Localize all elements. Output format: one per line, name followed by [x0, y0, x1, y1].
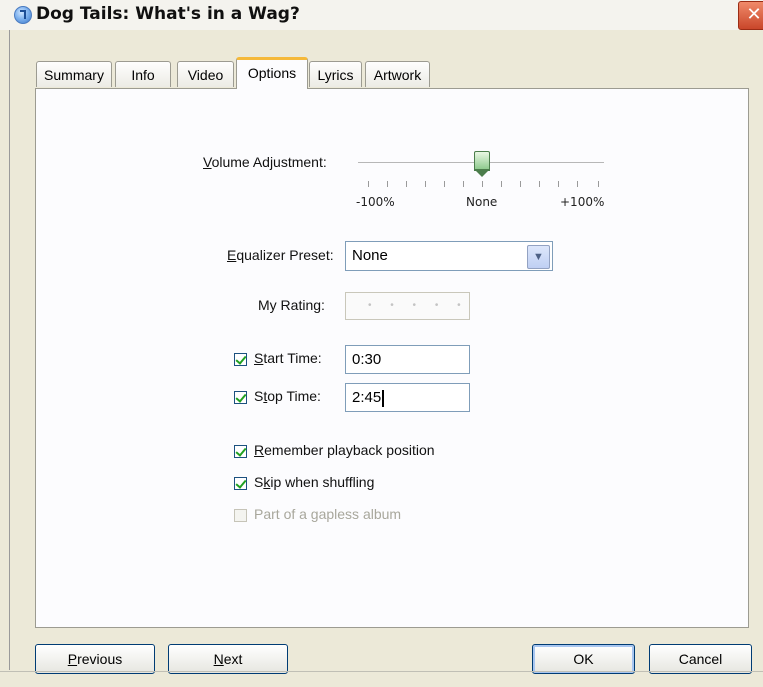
gapless-checkbox — [234, 509, 247, 522]
previous-button[interactable]: Previous — [35, 644, 155, 674]
remember-playback-checkbox[interactable] — [234, 445, 247, 458]
volume-tick — [539, 181, 540, 187]
footer-divider — [0, 671, 763, 672]
volume-tick — [558, 181, 559, 187]
gapless-label: Part of a gapless album — [254, 506, 402, 522]
stop-time-label: Stop Time: — [254, 388, 321, 404]
volume-tick — [406, 181, 407, 187]
tab-lyrics[interactable]: Lyrics — [309, 61, 362, 87]
volume-tick — [520, 181, 521, 187]
volume-min-label: -100% — [356, 195, 395, 209]
tab-summary[interactable]: Summary — [36, 61, 112, 87]
equalizer-preset-value: None — [352, 247, 388, 264]
volume-tick — [425, 181, 426, 187]
chevron-down-icon[interactable]: ▼ — [527, 245, 550, 269]
window-edge — [9, 30, 10, 670]
cancel-button[interactable]: Cancel — [649, 644, 752, 674]
skip-shuffle-label: Skip when shuffling — [254, 474, 375, 490]
tab-info[interactable]: Info — [115, 61, 171, 87]
volume-tick — [444, 181, 445, 187]
tab-video[interactable]: Video — [177, 61, 234, 87]
start-time-input[interactable]: 0:30 — [345, 345, 470, 374]
equalizer-preset-select[interactable]: None ▼ — [345, 241, 553, 271]
start-time-label: Start Time: — [254, 350, 322, 366]
volume-tick — [368, 181, 369, 187]
ok-button[interactable]: OK — [532, 644, 635, 674]
stop-time-checkbox[interactable] — [234, 391, 247, 404]
volume-mid-label: None — [466, 195, 498, 209]
volume-tick — [387, 181, 388, 187]
volume-label: Volume Adjustment: — [203, 154, 327, 170]
volume-tick — [463, 181, 464, 187]
volume-tick — [482, 181, 483, 187]
volume-max-label: +100% — [560, 195, 605, 209]
volume-slider-thumb[interactable] — [474, 151, 490, 177]
skip-shuffle-checkbox[interactable] — [234, 477, 247, 490]
title-bar: Dog Tails: What's in a Wag? ✕ — [0, 0, 763, 30]
volume-tick — [577, 181, 578, 187]
remember-playback-label: Remember playback position — [254, 442, 435, 458]
equalizer-label: Equalizer Preset: — [227, 247, 334, 263]
rating-stars[interactable]: • • • • • — [345, 292, 470, 320]
volume-tick — [501, 181, 502, 187]
rating-label: My Rating: — [258, 297, 325, 313]
rating-dots: • • • • • — [368, 300, 469, 311]
text-caret — [382, 389, 385, 407]
start-time-checkbox[interactable] — [234, 353, 247, 366]
volume-tick — [598, 181, 599, 187]
tab-options[interactable]: Options — [236, 57, 308, 89]
close-button[interactable]: ✕ — [738, 1, 763, 30]
next-button[interactable]: Next — [168, 644, 288, 674]
itunes-app-icon — [14, 6, 32, 24]
tab-artwork[interactable]: Artwork — [365, 61, 430, 87]
stop-time-input[interactable]: 2:45 — [345, 383, 470, 412]
window-title: Dog Tails: What's in a Wag? — [36, 4, 300, 24]
